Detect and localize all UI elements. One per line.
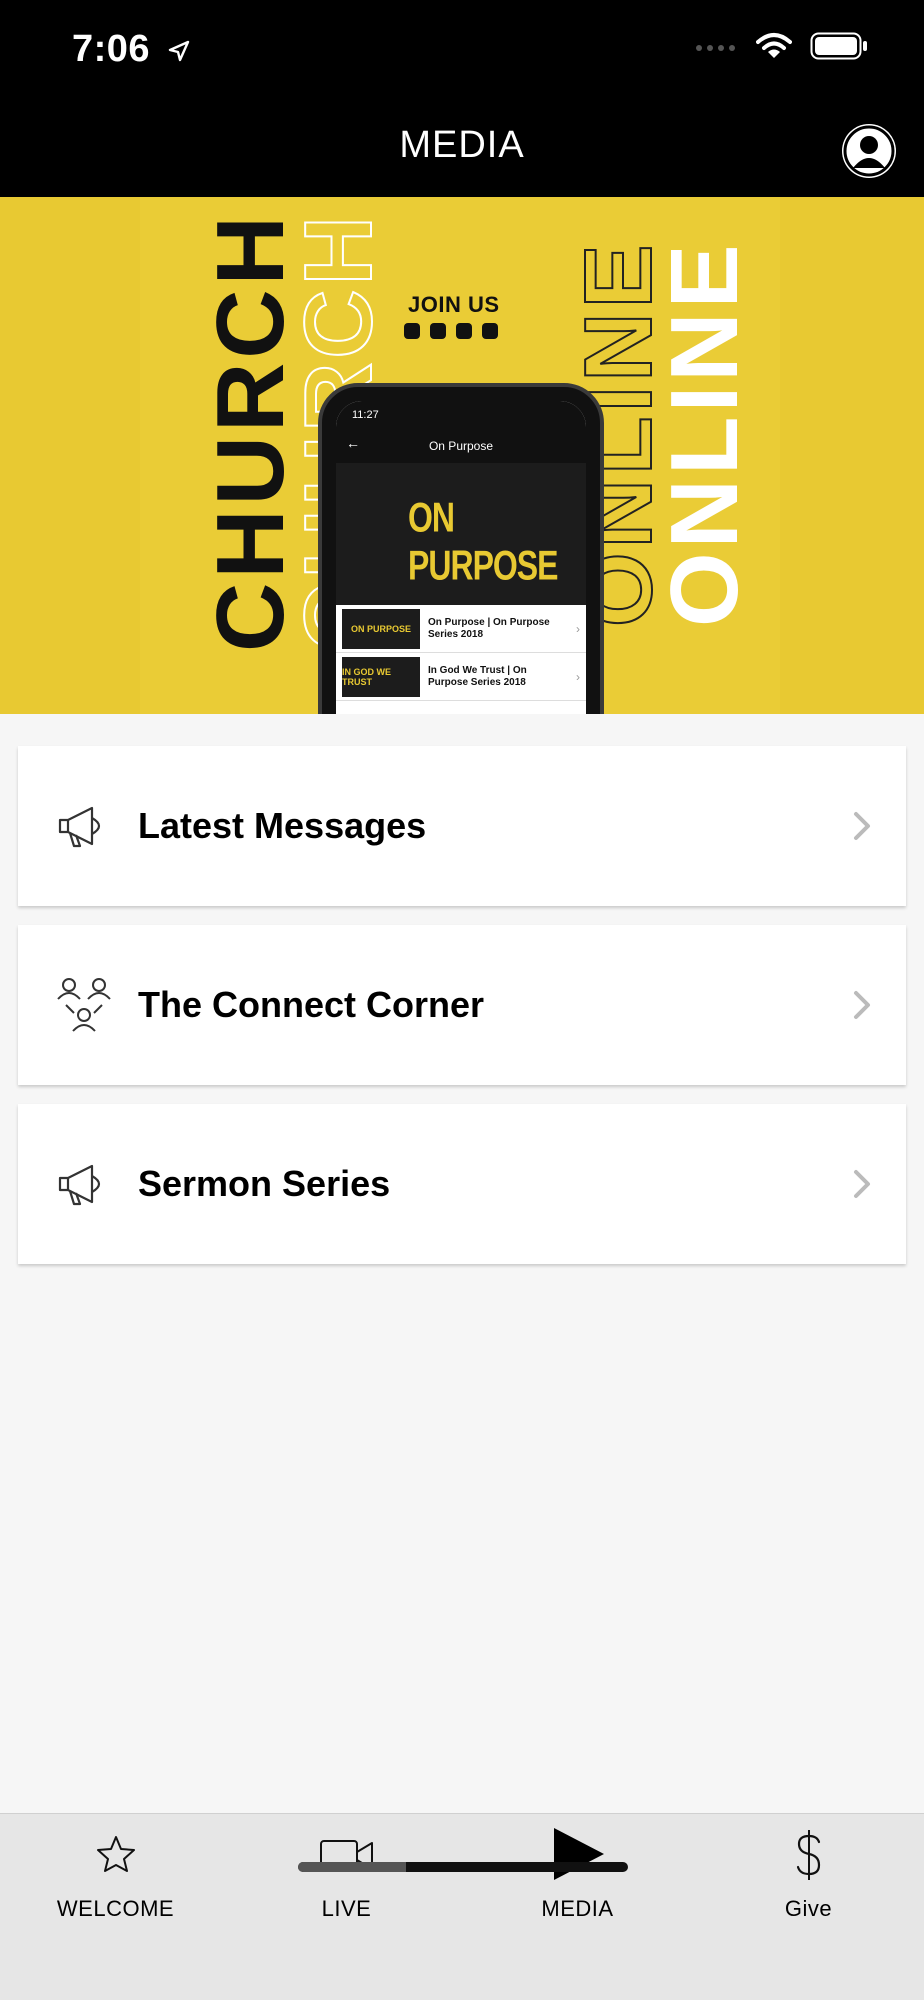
wifi-icon: [756, 33, 792, 58]
phone-screen: 11:27 ← On Purpose ON PURPOSE ON PURPOSE…: [336, 401, 586, 714]
menu-item-latest-messages[interactable]: Latest Messages: [18, 746, 906, 906]
tab-media[interactable]: MEDIA: [462, 1814, 693, 1934]
banner-phone-mockup: 11:27 ← On Purpose ON PURPOSE ON PURPOSE…: [318, 383, 604, 714]
tab-label: LIVE: [321, 1896, 372, 1921]
tab-live[interactable]: LIVE: [231, 1814, 462, 1934]
facebook-icon: [456, 323, 472, 339]
chevron-right-icon: ›: [576, 621, 580, 636]
megaphone-icon: [58, 1164, 101, 1206]
menu-item-label: Sermon Series: [138, 1163, 391, 1204]
banner-social-icons: [404, 323, 498, 339]
phone-hero-image: ON PURPOSE: [336, 463, 586, 605]
people-network-icon: [57, 978, 111, 1032]
bottom-tab-bar: WELCOME LIVE MEDIA Give: [0, 1813, 924, 2000]
banner-join-text: JOIN US: [408, 292, 500, 317]
dollar-icon: [796, 1830, 820, 1880]
chevron-right-icon: [854, 812, 870, 840]
app-logo-icon: [404, 323, 420, 339]
status-time-text: 7:06: [72, 28, 151, 70]
cellular-signal-icon: [696, 45, 735, 51]
tab-give[interactable]: Give: [693, 1814, 924, 1934]
tab-label: WELCOME: [56, 1896, 175, 1921]
phone-title: On Purpose: [428, 439, 494, 453]
tab-label: MEDIA: [541, 1896, 614, 1921]
user-avatar-icon: [843, 125, 895, 177]
phone-list-text: In God We Trust | On Purpose Series 2018: [428, 664, 527, 688]
menu-item-label: Latest Messages: [138, 805, 427, 846]
phone-header: 11:27 ← On Purpose: [336, 401, 586, 463]
status-indicators: [694, 32, 868, 60]
megaphone-icon: [58, 806, 101, 848]
phone-list-thumb: ON PURPOSE: [342, 608, 420, 649]
tab-welcome[interactable]: WELCOME: [0, 1814, 231, 1934]
menu-item-connect-corner[interactable]: The Connect Corner: [18, 925, 906, 1085]
battery-icon: [810, 32, 867, 60]
phone-list-thumb: IN GOD WE TRUST: [342, 656, 420, 697]
promo-banner: CHURCH CHURCH ONLINE ONLINE JOIN US 11:2…: [0, 197, 924, 714]
instagram-icon: [430, 323, 446, 339]
home-indicator[interactable]: [298, 1862, 628, 1872]
chevron-right-icon: ›: [576, 669, 580, 684]
banner-word-online: ONLINE: [651, 240, 758, 627]
location-arrow-icon: [168, 40, 190, 62]
youtube-icon: [482, 323, 498, 339]
top-bar: 7:06 MEDIA: [0, 0, 924, 197]
menu-item-label: The Connect Corner: [138, 984, 485, 1025]
phone-list-text: On Purpose | On Purpose Series 2018: [428, 616, 550, 640]
star-icon: [96, 1836, 135, 1872]
profile-button[interactable]: [842, 124, 896, 178]
status-time: 7:06: [72, 28, 191, 71]
play-icon: [553, 1828, 604, 1880]
phone-list-item: ON PURPOSE On Purpose | On Purpose Serie…: [336, 605, 586, 653]
phone-time: 11:27: [352, 409, 379, 421]
menu-item-sermon-series[interactable]: Sermon Series: [18, 1104, 906, 1264]
page-title: MEDIA: [399, 124, 525, 166]
chevron-right-icon: [854, 991, 870, 1019]
tab-label: Give: [784, 1896, 833, 1921]
phone-list-item: IN GOD WE TRUST In God We Trust | On Pur…: [336, 653, 586, 701]
phone-hero-text: ON PURPOSE: [408, 493, 558, 589]
chevron-right-icon: [854, 1170, 870, 1198]
